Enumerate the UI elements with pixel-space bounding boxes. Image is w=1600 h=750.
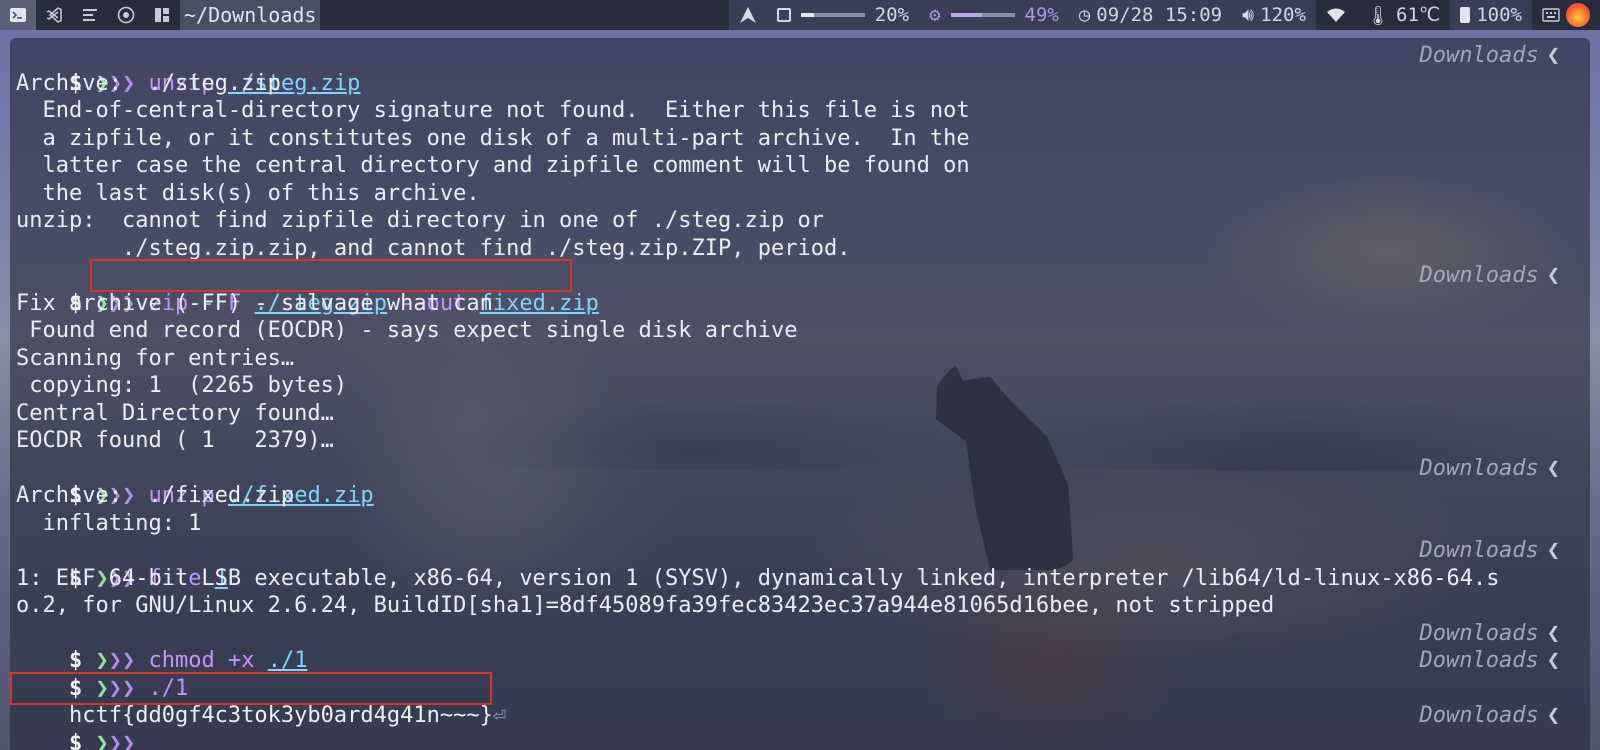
flag-output-line: hctf{dd0gf4c3tok3yb0ard4g41n~~~}⏎: [10, 671, 1590, 728]
thermometer-icon: 🌡︎: [1365, 4, 1391, 27]
output-line: EOCDR found ( 1 2379)…: [16, 428, 334, 453]
right-prompt-arrow: ❮: [1546, 455, 1560, 481]
right-prompt-arrow: ❮: [1546, 43, 1560, 68]
keyboard-icon: [1542, 8, 1560, 22]
arch-logo-icon: [739, 7, 756, 23]
output-line: a zipfile, or it constitutes one disk of…: [16, 125, 970, 151]
memory-segment: ⚙ 49%: [919, 0, 1069, 30]
layout-app-icon[interactable]: [144, 0, 180, 30]
system-tray: 20% ⚙ 49% ◷ 09/28 15:09 🔊︎ 120% 🌡︎ 61℃ 1…: [728, 0, 1600, 30]
battery-segment: 100%: [1450, 0, 1532, 30]
memory-icon: ⚙: [929, 4, 941, 26]
output-line: Archive: ./steg.zip: [16, 70, 281, 96]
cpu-usage-fill: [800, 13, 814, 17]
network-segment[interactable]: [1316, 0, 1356, 30]
right-prompt: Downloads ❮: [1420, 647, 1560, 675]
right-prompt: Downloads ❮: [1420, 42, 1560, 70]
temperature-label: 61℃: [1396, 4, 1441, 26]
current-path: ~/Downloads: [180, 0, 321, 30]
workspace-switcher: ~/Downloads: [0, 0, 321, 30]
flame-app-icon[interactable]: [1566, 3, 1590, 27]
output-line: 1: ELF 64-bit LSB executable, x86-64, ve…: [16, 565, 1500, 591]
output-line: o.2, for GNU/Linux 2.6.24, BuildID[sha1]…: [16, 593, 1275, 618]
right-prompt-dir: Downloads: [1419, 263, 1539, 288]
memory-usage-bar: [950, 13, 1015, 17]
browser-app-icon[interactable]: [108, 0, 144, 30]
right-prompt: Downloads ❮: [1420, 455, 1560, 483]
right-prompt: Downloads ❮: [1420, 620, 1560, 648]
right-prompt-arrow: ❮: [1546, 263, 1560, 288]
output-line: unzip: cannot find zipfile directory in …: [16, 208, 824, 233]
cpu-icon: [776, 8, 791, 22]
battery-icon: [1460, 7, 1471, 23]
output-line: ./steg.zip.zip, and cannot find ./steg.z…: [16, 235, 851, 261]
wifi-icon: [1326, 8, 1345, 22]
right-prompt: Downloads ❮: [1420, 537, 1560, 565]
volume-segment[interactable]: 🔊︎ 120%: [1232, 0, 1316, 30]
right-prompt: Downloads ❮: [1420, 262, 1560, 290]
output-line: Central Directory found…: [16, 400, 334, 426]
output-line: the last disk(s) of this archive.: [16, 180, 480, 206]
right-prompt: Downloads ❮: [1420, 702, 1560, 730]
output-line: Scanning for entries…: [16, 345, 295, 371]
prompt-chevron-green: ❯: [95, 730, 109, 750]
cpu-segment: 20%: [766, 0, 920, 30]
notes-app-icon[interactable]: [72, 0, 108, 30]
right-prompt-dir: Downloads: [1419, 455, 1539, 481]
memory-usage-fill: [950, 13, 982, 17]
output-line: Archive: ./fixed.zip: [16, 483, 295, 508]
right-prompt-arrow: ❮: [1546, 538, 1560, 563]
prompt-line: $ ❯❯❯ unzip ./steg.zip Downloads ❮: [16, 42, 1590, 96]
output-line: latter case the central directory and zi…: [16, 153, 970, 178]
clock-icon: ◷: [1078, 4, 1091, 26]
right-prompt-arrow: ❮: [1546, 703, 1560, 728]
clock-text: 09/28 15:09: [1096, 4, 1223, 26]
clock-segment[interactable]: ◷ 09/28 15:09: [1068, 0, 1233, 30]
right-prompt-dir: Downloads: [1419, 538, 1539, 563]
prompt-line: $ ❯❯❯ file 1 Downloads ❮: [16, 537, 1590, 591]
prompt-line: $ ❯❯❯ chmod +x ./1 Downloads ❮: [16, 620, 1590, 674]
prompt-dollar: $: [68, 730, 83, 750]
prompt-line: $ ❯❯❯ zip -FF ./steg.zip --out fixed.zip…: [16, 259, 1590, 316]
arch-segment: [728, 0, 767, 30]
highlight-box: [10, 671, 492, 705]
battery-label: 100%: [1476, 4, 1522, 26]
cpu-usage-label: 20%: [874, 4, 910, 26]
terminal-app-icon[interactable]: [0, 0, 36, 30]
prompt-chevrons-purple: ❯❯: [108, 730, 136, 750]
status-bar: ~/Downloads 20% ⚙ 49% ◷ 09/28 15:09 🔊︎ 1…: [0, 0, 1600, 30]
prompt-line: $ ❯❯❯ ./1 Downloads ❮: [16, 647, 1590, 701]
prompt-line: $ ❯❯❯ unzip ./fixed.zip Downloads ❮: [16, 455, 1590, 509]
volume-label: 120%: [1260, 4, 1306, 26]
memory-usage-label: 49%: [1024, 4, 1059, 26]
right-prompt-dir: Downloads: [1419, 620, 1539, 646]
terminal-output[interactable]: $ ❯❯❯ unzip ./steg.zip Downloads ❮ Archiv…: [10, 42, 1590, 750]
output-line: copying: 1 (2265 bytes): [16, 373, 348, 398]
speaker-icon: 🔊︎: [1242, 4, 1255, 26]
output-line: inflating: 1: [16, 510, 202, 536]
prompt-line-current[interactable]: $ ❯❯❯ Downloads ❮: [16, 702, 1590, 750]
cpu-usage-bar: [800, 13, 865, 17]
highlight-box: [90, 259, 572, 292]
right-prompt-dir: Downloads: [1419, 648, 1539, 673]
right-prompt-arrow: ❮: [1546, 620, 1560, 646]
vscode-app-icon[interactable]: [36, 0, 72, 30]
right-prompt-arrow: ❮: [1546, 648, 1560, 673]
output-line: End-of-central-directory signature not f…: [16, 98, 970, 123]
right-prompt-dir: Downloads: [1419, 703, 1539, 728]
output-line: Found end record (EOCDR) - says expect s…: [16, 318, 798, 343]
right-prompt-dir: Downloads: [1419, 43, 1539, 68]
output-line: Fix archive (-FF) - salvage what can: [16, 290, 493, 316]
keyboard-segment[interactable]: [1532, 0, 1600, 30]
temperature-segment: 🌡︎ 61℃: [1356, 0, 1450, 30]
